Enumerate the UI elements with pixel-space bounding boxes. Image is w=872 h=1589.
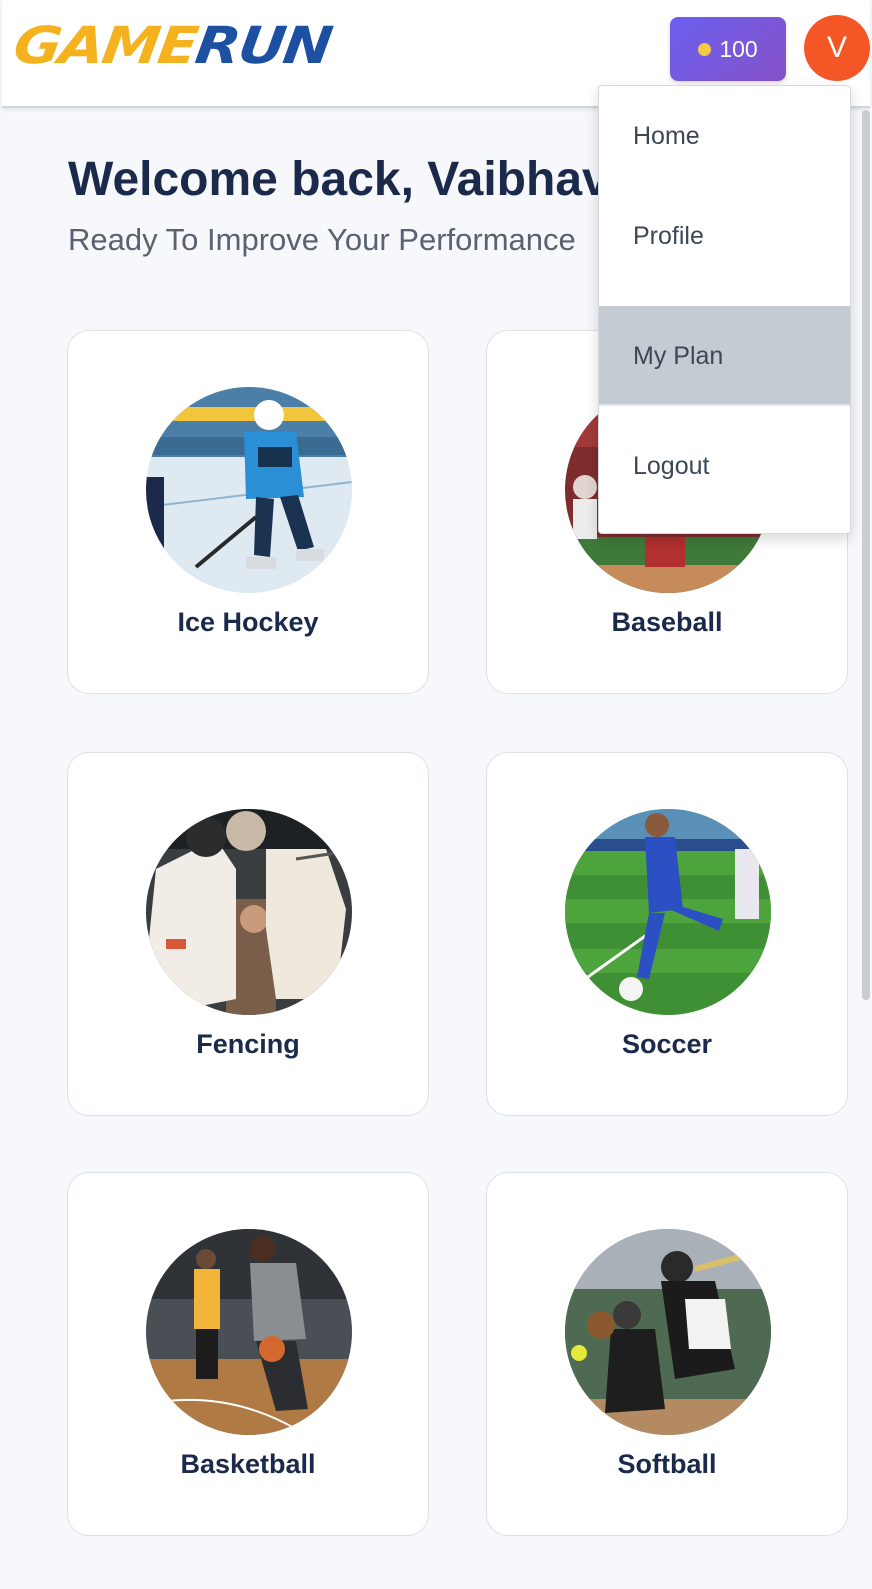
page-scrollbar[interactable] xyxy=(862,110,870,1000)
menu-divider xyxy=(599,404,850,406)
coin-balance-button[interactable]: 100 xyxy=(670,17,786,81)
coin-icon xyxy=(698,42,712,56)
menu-item-profile[interactable]: Profile xyxy=(599,186,850,286)
logo-game-text: GAME xyxy=(9,15,201,76)
menu-item-label: Home xyxy=(633,121,700,150)
avatar-initial: V xyxy=(826,31,847,64)
sport-label: Baseball xyxy=(611,607,723,637)
sport-label: Basketball xyxy=(180,1449,316,1479)
fencing-photo xyxy=(146,809,352,1015)
coin-count: 100 xyxy=(719,35,758,62)
ice-hockey-photo xyxy=(146,387,352,593)
sport-label: Fencing xyxy=(196,1029,300,1059)
sport-label: Soccer xyxy=(621,1029,713,1059)
softball-photo xyxy=(565,1229,771,1435)
menu-item-label: My Plan xyxy=(633,341,724,370)
menu-item-home[interactable]: Home xyxy=(599,86,850,186)
basketball-photo xyxy=(146,1229,352,1435)
sport-card-fencing[interactable]: Fencing xyxy=(67,752,429,1116)
user-dropdown-menu: Home Profile My Plan Logout xyxy=(598,85,851,534)
sport-label: Softball xyxy=(617,1449,717,1479)
menu-item-logout[interactable]: Logout xyxy=(599,416,850,516)
sport-label: Ice Hockey xyxy=(177,607,319,637)
menu-item-my-plan[interactable]: My Plan xyxy=(599,306,850,406)
sport-card-soccer[interactable]: Soccer xyxy=(486,752,848,1116)
sport-card-basketball[interactable]: Basketball xyxy=(67,1172,429,1536)
welcome-subtitle: Ready To Improve Your Performance xyxy=(68,222,576,257)
menu-item-label: Profile xyxy=(633,221,704,250)
logo-run-text: RUN xyxy=(191,15,335,76)
sport-card-ice-hockey[interactable]: Ice Hockey xyxy=(67,330,429,694)
sport-card-softball[interactable]: Softball xyxy=(486,1172,848,1536)
gamerun-logo[interactable]: GAMERUN xyxy=(9,15,335,76)
soccer-photo xyxy=(565,809,771,1015)
menu-item-label: Logout xyxy=(633,451,710,480)
user-avatar[interactable]: V xyxy=(804,15,870,81)
welcome-heading: Welcome back, Vaibhav xyxy=(68,153,609,206)
